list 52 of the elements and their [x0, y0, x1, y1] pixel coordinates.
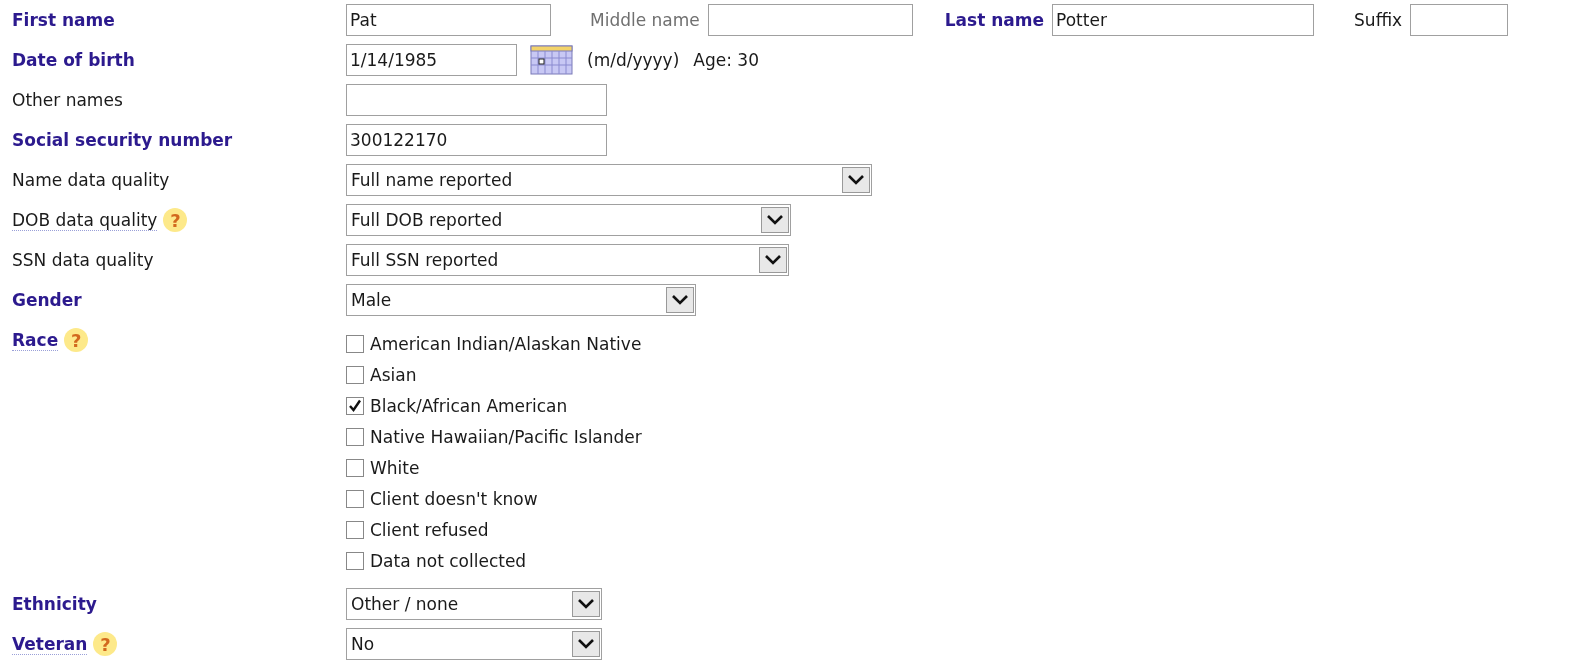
input-field[interactable]: Potter	[1052, 4, 1315, 36]
field-label: Last name	[944, 10, 1045, 30]
checkbox-label: American Indian/Alaskan Native	[370, 333, 642, 354]
field-label: Gender	[12, 290, 82, 310]
input-field[interactable]: 300122170	[346, 124, 607, 156]
field-label: Veteran	[12, 633, 88, 655]
input-field[interactable]	[707, 4, 913, 36]
field-label: Ethnicity	[12, 594, 97, 614]
chevron-icon	[666, 287, 694, 313]
field-label: DOB data quality	[12, 209, 158, 231]
checkbox-label: Native Hawaiian/Pacific Islander	[370, 426, 642, 447]
input-field[interactable]	[1410, 4, 1509, 36]
field-label: Middle name	[590, 10, 700, 30]
field-label: Date of birth	[12, 50, 135, 70]
checkbox-label: Asian	[370, 364, 417, 385]
dropdown[interactable]: Male	[346, 284, 696, 316]
input-field[interactable]: Pat	[346, 4, 551, 36]
input-field[interactable]	[346, 84, 607, 116]
field-label: Social security number	[12, 130, 233, 150]
checkbox[interactable]	[346, 427, 364, 446]
dropdown[interactable]: Other / none	[346, 588, 602, 620]
checkbox-label: Data not collected	[370, 550, 527, 571]
checkbox[interactable]	[346, 458, 364, 477]
checkbox[interactable]	[346, 520, 364, 539]
checkbox[interactable]	[346, 365, 364, 384]
field-label: First name	[11, 10, 116, 30]
field-label: Other names	[12, 90, 123, 110]
checkbox-label: Black/African American	[370, 395, 568, 416]
chevron-icon	[572, 631, 600, 657]
chevron-icon	[842, 167, 870, 193]
checkbox[interactable]	[346, 489, 364, 508]
checkbox-label: Client doesn't know	[370, 488, 538, 509]
dropdown[interactable]: Full SSN reported	[346, 244, 789, 276]
field-label: Name data quality	[12, 170, 170, 190]
checkbox[interactable]	[346, 334, 364, 353]
field-label: SSN data quality	[12, 250, 154, 270]
dropdown[interactable]: Full name reported	[346, 164, 872, 196]
checkbox[interactable]	[346, 396, 364, 415]
checkbox-label: White	[370, 457, 420, 478]
date-format-hint: (m/d/yyyy)	[587, 50, 680, 70]
field-label: Suffix	[1354, 10, 1403, 30]
calendar-icon[interactable]	[530, 45, 573, 75]
age-text: Age: 30	[693, 50, 759, 70]
dropdown[interactable]: Full DOB reported	[346, 204, 791, 236]
dropdown[interactable]: No	[346, 628, 602, 660]
field-label: Race	[12, 329, 59, 351]
chevron-icon	[761, 207, 789, 233]
input-field[interactable]: 1/14/1985	[346, 44, 517, 76]
checkbox[interactable]	[346, 551, 364, 570]
chevron-icon	[572, 591, 600, 617]
chevron-icon	[759, 247, 787, 273]
checkbox-label: Client refused	[370, 519, 489, 540]
